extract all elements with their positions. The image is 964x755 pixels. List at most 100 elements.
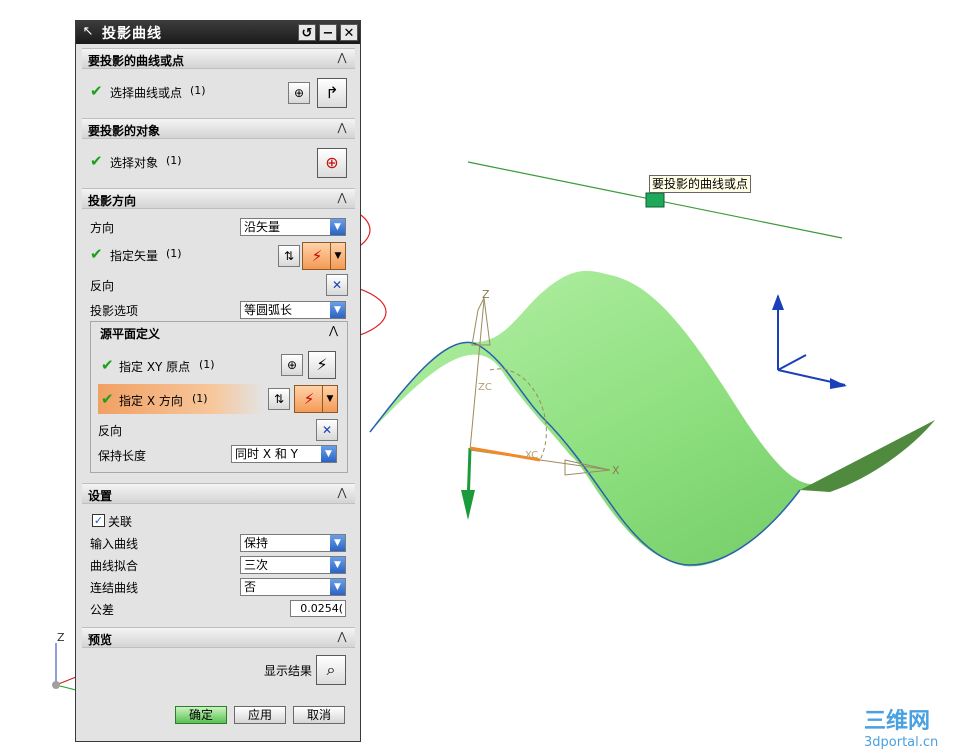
viewport-axis-x: X bbox=[612, 464, 620, 477]
select-curve-icon[interactable]: ↱ bbox=[317, 78, 347, 108]
chevron-down-icon[interactable]: ▼ bbox=[322, 386, 337, 412]
reverse-label: 反向 bbox=[90, 279, 115, 293]
reset-icon[interactable]: ↺ bbox=[298, 24, 316, 41]
apply-button[interactable]: 应用 bbox=[234, 706, 286, 724]
reverse-direction-icon[interactable]: ✕ bbox=[326, 274, 348, 296]
collapse-caret-icon[interactable]: ⋀ bbox=[335, 121, 349, 135]
viewport-tooltip: 要投影的曲线或点 bbox=[649, 175, 752, 193]
direction-select[interactable]: 沿矢量 ▼ bbox=[240, 218, 346, 236]
section-header-settings[interactable]: 设置 ⋀ bbox=[82, 483, 355, 504]
specify-vector-count: (1) bbox=[166, 247, 182, 260]
section-title-direction: 投影方向 bbox=[88, 194, 137, 208]
source-plane-title: 源平面定义 bbox=[100, 327, 161, 341]
vector-reverse-icon[interactable]: ⇅ bbox=[278, 245, 300, 267]
corner-origin-icon bbox=[52, 681, 60, 689]
collapse-caret-icon[interactable]: ⋀ bbox=[335, 486, 349, 500]
point-dialog-icon[interactable]: ⊕ bbox=[281, 354, 303, 376]
select-objects-count: (1) bbox=[166, 154, 182, 167]
section-body-preview: 显示结果 ⌕ bbox=[82, 648, 355, 694]
check-icon: ✔ bbox=[101, 356, 114, 374]
dialog-title: 投影曲线 bbox=[102, 26, 162, 42]
select-objects-label: 选择对象 bbox=[110, 156, 159, 170]
chevron-down-icon[interactable]: ▼ bbox=[330, 243, 345, 269]
collapse-caret-icon[interactable]: ⋀ bbox=[329, 324, 338, 337]
curve-rule-icon[interactable]: ⊕ bbox=[288, 82, 310, 104]
inferred-point-icon[interactable]: ⚡ bbox=[308, 351, 336, 379]
projection-option-select[interactable]: 等圆弧长 ▼ bbox=[240, 301, 346, 319]
keep-length-select[interactable]: 同时 X 和 Y ▼ bbox=[231, 445, 337, 463]
project-curve-dialog: ↖ 投影曲线 ↺ − ✕ 要投影的曲线或点 ⋀ ✔ 选择曲线或点 (1) ⊕ ↱… bbox=[75, 20, 361, 742]
tolerance-input[interactable]: 0.0254( bbox=[290, 600, 346, 617]
associative-label: 关联 bbox=[108, 515, 133, 529]
ok-button[interactable]: 确定 bbox=[175, 706, 227, 724]
associative-checkbox[interactable]: ✓ bbox=[92, 514, 105, 527]
corner-axis-z: Z bbox=[57, 631, 65, 644]
curve-fit-label: 曲线拟合 bbox=[90, 559, 139, 573]
site-watermark-logo: 三维网 3dportal.cn bbox=[864, 708, 938, 750]
section-body-curves: ✔ 选择曲线或点 (1) ⊕ ↱ bbox=[82, 69, 355, 115]
section-title-curves: 要投影的曲线或点 bbox=[88, 54, 185, 68]
join-curve-value: 否 bbox=[244, 580, 257, 594]
section-header-preview[interactable]: 预览 ⋀ bbox=[82, 627, 355, 648]
projection-option-label: 投影选项 bbox=[90, 304, 139, 318]
section-header-curves[interactable]: 要投影的曲线或点 ⋀ bbox=[82, 48, 355, 69]
direction-value: 沿矢量 bbox=[244, 220, 281, 234]
curve-fit-value: 三次 bbox=[244, 558, 269, 572]
collapse-caret-icon[interactable]: ⋀ bbox=[335, 630, 349, 644]
x-direction-reverse-icon[interactable]: ⇅ bbox=[268, 388, 290, 410]
specify-vector-label: 指定矢量 bbox=[110, 249, 159, 263]
plane-z-cone bbox=[471, 296, 491, 346]
viewport-axis-xc: XC bbox=[525, 450, 538, 461]
chevron-down-icon[interactable]: ▼ bbox=[330, 219, 345, 235]
select-curves-count: (1) bbox=[190, 84, 206, 97]
check-icon: ✔ bbox=[90, 82, 103, 100]
wave-surface[interactable] bbox=[370, 270, 935, 567]
watermark-url: 3dportal.cn bbox=[864, 735, 938, 750]
wcs-x-arrow bbox=[830, 378, 847, 389]
plane-reverse-icon[interactable]: ✕ bbox=[316, 419, 338, 441]
chevron-down-icon[interactable]: ▼ bbox=[321, 446, 336, 462]
tolerance-label: 公差 bbox=[90, 603, 115, 617]
minimize-icon[interactable]: − bbox=[319, 24, 337, 41]
section-header-direction[interactable]: 投影方向 ⋀ bbox=[82, 188, 355, 209]
section-body-objects: ✔ 选择对象 (1) ⊕ bbox=[82, 139, 355, 185]
direction-label: 方向 bbox=[90, 221, 115, 235]
check-icon: ✔ bbox=[101, 390, 114, 408]
wcs-z-arrow bbox=[772, 294, 784, 310]
section-title-settings: 设置 bbox=[88, 489, 113, 503]
watermark-title: 三维网 bbox=[864, 708, 930, 734]
chevron-down-icon[interactable]: ▼ bbox=[330, 302, 345, 318]
curve-fit-select[interactable]: 三次 ▼ bbox=[240, 556, 346, 574]
section-title-objects: 要投影的对象 bbox=[88, 124, 161, 138]
dialog-titlebar[interactable]: ↖ 投影曲线 ↺ − ✕ bbox=[76, 21, 360, 44]
show-result-label: 显示结果 bbox=[264, 664, 313, 678]
select-face-target-icon[interactable]: ⊕ bbox=[317, 148, 347, 178]
projection-option-value: 等圆弧长 bbox=[244, 303, 293, 317]
section-body-settings: ✓ 关联 输入曲线 保持 ▼ 曲线拟合 三次 ▼ 连结曲线 否 ▼ 公差 0.0… bbox=[82, 504, 355, 624]
check-icon: ✔ bbox=[90, 152, 103, 170]
plane-z-axis bbox=[469, 299, 485, 451]
join-curve-select[interactable]: 否 ▼ bbox=[240, 578, 346, 596]
x-vector-constructor-button[interactable]: ⚡ ▼ bbox=[294, 385, 338, 413]
surface-back-shade bbox=[800, 420, 935, 492]
keep-length-value: 同时 X 和 Y bbox=[235, 447, 298, 461]
close-icon[interactable]: ✕ bbox=[340, 24, 358, 41]
x-direction-count: (1) bbox=[192, 392, 208, 405]
x-direction-label: 指定 X 方向 bbox=[119, 394, 183, 408]
section-header-objects[interactable]: 要投影的对象 ⋀ bbox=[82, 118, 355, 139]
collapse-caret-icon[interactable]: ⋀ bbox=[335, 51, 349, 65]
xy-origin-label: 指定 XY 原点 bbox=[119, 360, 191, 374]
wcs-y-axis bbox=[777, 354, 807, 371]
vector-constructor-button[interactable]: ⚡ ▼ bbox=[302, 242, 346, 270]
cancel-button[interactable]: 取消 bbox=[293, 706, 345, 724]
input-curve-select[interactable]: 保持 ▼ bbox=[240, 534, 346, 552]
magnifier-icon[interactable]: ⌕ bbox=[316, 655, 346, 685]
chevron-down-icon[interactable]: ▼ bbox=[330, 557, 345, 573]
chevron-down-icon[interactable]: ▼ bbox=[330, 535, 345, 551]
input-curve-label: 输入曲线 bbox=[90, 537, 139, 551]
lightning-vector-icon: ⚡ bbox=[311, 247, 323, 265]
chevron-down-icon[interactable]: ▼ bbox=[330, 579, 345, 595]
collapse-caret-icon[interactable]: ⋀ bbox=[335, 191, 349, 205]
curve-point-marker[interactable] bbox=[645, 192, 665, 208]
vector-green-arrow bbox=[461, 490, 475, 520]
